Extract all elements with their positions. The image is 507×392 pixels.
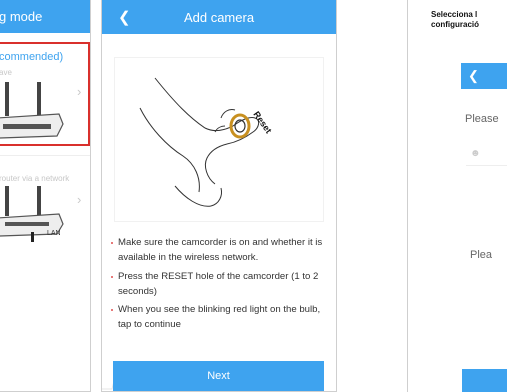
header-title: Add camera: [183, 10, 255, 25]
bullet-dot: [111, 242, 113, 244]
header-title: g mode: [0, 9, 43, 24]
instruction-item: Make sure the camcorder is on and whethe…: [111, 236, 326, 266]
panel-caption: Selecciona l configuració: [431, 10, 479, 30]
configuration-panel: Selecciona l configuració: [407, 0, 507, 392]
instruction-item: Press the RESET hole of the camcorder (1…: [111, 270, 326, 300]
option-subtitle: router via a network: [0, 174, 70, 183]
option-subtitle: ave: [0, 68, 12, 77]
connection-mode-panel: g mode commended) ave › router via a net…: [0, 0, 91, 392]
recommended-option-card[interactable]: commended) ave ›: [0, 42, 90, 146]
chevron-right-icon: ›: [77, 84, 82, 99]
caption-line: configuració: [431, 20, 480, 29]
confirm-button[interactable]: [462, 369, 507, 392]
router-icon: [0, 82, 64, 139]
bullet-dot: [111, 309, 113, 312]
lan-label: LAN: [47, 230, 61, 237]
user-icon: ☻: [470, 148, 481, 159]
reset-illustration: Reset: [114, 57, 324, 222]
instruction-text: Press the RESET hole of the camcorder (1…: [118, 270, 319, 297]
chevron-right-icon: ›: [77, 192, 82, 207]
chevron-left-icon[interactable]: ❮: [468, 68, 479, 84]
next-button[interactable]: Next: [113, 361, 324, 391]
instruction-item: When you see the blinking red light on t…: [111, 303, 326, 333]
bullet-dot: [111, 275, 113, 278]
add-camera-header: ❮ Add camera: [102, 0, 336, 34]
user-input-field[interactable]: ☻: [466, 146, 507, 166]
hand-pressing-reset-icon: Reset: [139, 77, 274, 207]
router-lan-icon: [0, 186, 64, 242]
option-title: commended): [0, 51, 64, 63]
instruction-text: When you see the blinking red light on t…: [118, 304, 321, 331]
please-label: Please: [465, 113, 499, 125]
instructions-list: Make sure the camcorder is on and whethe…: [111, 236, 326, 337]
caption-line: Selecciona l: [431, 10, 478, 19]
please-label-mid: Plea: [470, 249, 493, 261]
phone-frame: [407, 0, 507, 392]
network-option-card[interactable]: router via a network LAN ›: [0, 155, 90, 255]
screenshot-stage: g mode commended) ave › router via a net…: [0, 0, 507, 392]
instruction-text: Make sure the camcorder is on and whethe…: [118, 237, 323, 263]
add-camera-panel: ❮ Add camera Reset Make sure the camcord…: [101, 0, 337, 392]
connection-mode-header: g mode: [0, 0, 90, 33]
phone-header: ❮: [461, 63, 507, 89]
